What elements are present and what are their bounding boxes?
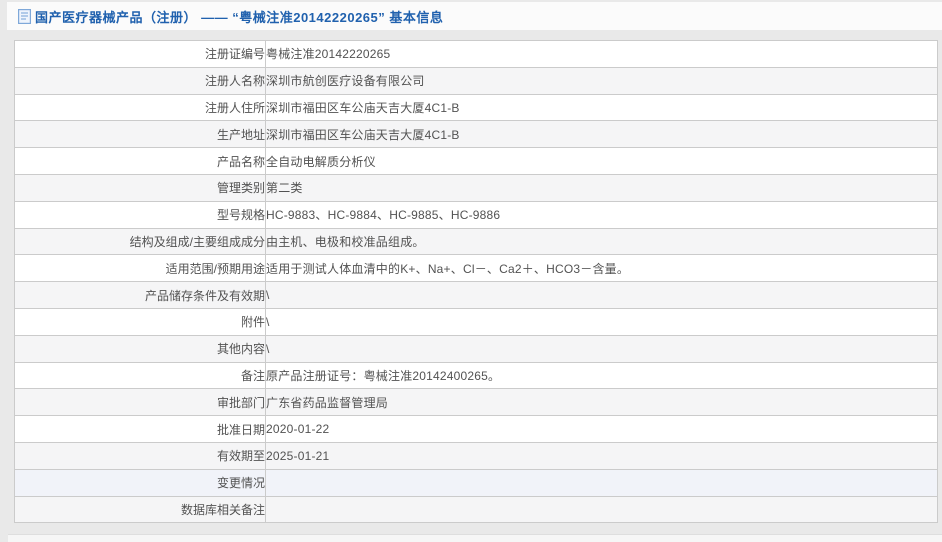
page: { "page": { "title": "国产医疗器械产品（注册） —— “粤… xyxy=(0,2,942,542)
info-table-container: 注册证编号 粤械注准20142220265 注册人名称 深圳市航创医疗设备有限公… xyxy=(14,40,938,524)
field-label: 注册人住所 xyxy=(14,93,266,122)
field-value: HC-9883、HC-9884、HC-9885、HC-9886 xyxy=(265,200,938,229)
table-row: 管理类别 第二类 xyxy=(14,173,938,202)
table-row: 审批部门 广东省药品监督管理局 xyxy=(14,388,938,417)
field-value: \ xyxy=(265,281,938,309)
page-title: 国产医疗器械产品（注册） —— “粤械注准20142220265” 基本信息 xyxy=(35,9,444,25)
field-label: 管理类别 xyxy=(14,173,266,202)
table-row: 生产地址 深圳市福田区车公庙天吉大厦4C1-B xyxy=(14,120,938,149)
table-row: 批准日期 2020-01-22 xyxy=(14,415,938,443)
table-row: 变更情况 xyxy=(14,468,938,497)
field-label: 批准日期 xyxy=(14,415,266,443)
table-row: 注册人住所 深圳市福田区车公庙天吉大厦4C1-B xyxy=(14,93,938,122)
field-value: 适用于测试人体血清中的K+、Na+、Cl－、Ca2＋、HCO3－含量。 xyxy=(265,254,938,283)
field-label: 注册证编号 xyxy=(14,40,266,68)
table-row: 型号规格 HC-9883、HC-9884、HC-9885、HC-9886 xyxy=(14,200,938,229)
header-bar: 国产医疗器械产品（注册） —— “粤械注准20142220265” 基本信息 xyxy=(7,2,942,30)
field-label: 产品储存条件及有效期 xyxy=(14,281,266,309)
field-value: 原产品注册证号：粤械注准20142400265。 xyxy=(265,361,938,390)
field-label: 备注 xyxy=(14,361,266,390)
field-value: \ xyxy=(265,334,938,363)
field-value: 全自动电解质分析仪 xyxy=(265,147,938,175)
table-row: 其他内容 \ xyxy=(14,334,938,363)
table-row: 有效期至 2025-01-21 xyxy=(14,441,938,470)
field-value: 粤械注准20142220265 xyxy=(265,40,938,68)
footer-panel-top xyxy=(8,534,942,542)
table-row: 适用范围/预期用途 适用于测试人体血清中的K+、Na+、Cl－、Ca2＋、HCO… xyxy=(14,254,938,283)
table-row: 注册证编号 粤械注准20142220265 xyxy=(14,40,938,68)
table-row: 注册人名称 深圳市航创医疗设备有限公司 xyxy=(14,66,938,95)
table-row: 附件 \ xyxy=(14,307,938,336)
field-label: 其他内容 xyxy=(14,334,266,363)
field-label: 结构及组成/主要组成成分 xyxy=(14,227,266,256)
field-value: 深圳市航创医疗设备有限公司 xyxy=(265,66,938,95)
field-value: 深圳市福田区车公庙天吉大厦4C1-B xyxy=(265,120,938,149)
info-table: 注册证编号 粤械注准20142220265 注册人名称 深圳市航创医疗设备有限公… xyxy=(14,40,938,524)
field-value: 由主机、电极和校准品组成。 xyxy=(265,227,938,256)
table-row: 产品名称 全自动电解质分析仪 xyxy=(14,147,938,175)
field-label: 附件 xyxy=(14,307,266,336)
field-label: 审批部门 xyxy=(14,388,266,417)
table-row: 数据库相关备注 xyxy=(14,495,938,524)
field-value: 2020-01-22 xyxy=(265,415,938,443)
field-value: \ xyxy=(265,307,938,336)
field-value xyxy=(265,495,938,524)
table-row: 产品储存条件及有效期 \ xyxy=(14,281,938,309)
table-row: 备注 原产品注册证号：粤械注准20142400265。 xyxy=(14,361,938,390)
table-row: 结构及组成/主要组成成分 由主机、电极和校准品组成。 xyxy=(14,227,938,256)
field-value: 第二类 xyxy=(265,173,938,202)
field-label: 数据库相关备注 xyxy=(14,495,266,524)
field-label: 有效期至 xyxy=(14,441,266,470)
document-icon xyxy=(18,8,31,24)
field-value: 2025-01-21 xyxy=(265,441,938,470)
field-label: 生产地址 xyxy=(14,120,266,149)
field-label: 变更情况 xyxy=(14,468,266,497)
field-label: 型号规格 xyxy=(14,200,266,229)
field-value: 广东省药品监督管理局 xyxy=(265,388,938,417)
field-label: 适用范围/预期用途 xyxy=(14,254,266,283)
field-label: 产品名称 xyxy=(14,147,266,175)
field-value xyxy=(265,468,938,497)
field-value: 深圳市福田区车公庙天吉大厦4C1-B xyxy=(265,93,938,122)
field-label: 注册人名称 xyxy=(14,66,266,95)
